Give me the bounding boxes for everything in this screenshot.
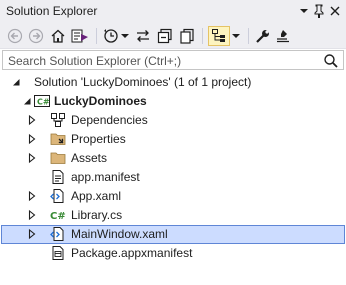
collapse-all-icon[interactable]	[156, 26, 174, 46]
tree-item-label: Library.cs	[71, 208, 123, 222]
csharp-project-icon: C#	[34, 93, 50, 109]
expand-arrow-icon[interactable]	[26, 228, 38, 240]
expand-arrow-icon[interactable]	[26, 114, 38, 126]
collapse-arrow-icon[interactable]	[10, 76, 22, 88]
project-label: LuckyDominoes	[54, 94, 147, 108]
tree-item-properties[interactable]: Properties	[1, 130, 345, 149]
filter-dropdown-icon[interactable]	[120, 26, 130, 46]
svg-text:C#: C#	[37, 98, 50, 107]
properties-folder-icon	[50, 131, 66, 147]
search-box[interactable]: Search Solution Explorer (Ctrl+;)	[2, 50, 344, 70]
tree-item-solution[interactable]: Solution 'LuckyDominoes' (1 of 1 project…	[1, 73, 345, 92]
window-position-dropdown-icon[interactable]	[296, 3, 312, 19]
close-icon[interactable]	[327, 3, 343, 19]
collapse-arrow-icon[interactable]	[21, 95, 33, 107]
tree-item-label: Assets	[71, 151, 108, 165]
folder-icon	[50, 150, 66, 166]
tree-item-label: Package.appxmanifest	[71, 246, 193, 260]
tree-item-label: App.xaml	[71, 189, 122, 203]
manifest-file-icon	[50, 169, 66, 185]
dependencies-icon	[50, 112, 66, 128]
title-bar: Solution Explorer	[0, 0, 346, 23]
tree-item-library-cs[interactable]: C# Library.cs	[1, 206, 345, 225]
tree-item-dependencies[interactable]: Dependencies	[1, 111, 345, 130]
pin-icon[interactable]	[311, 3, 327, 19]
tree-item-app-xaml[interactable]: App.xaml	[1, 187, 345, 206]
xaml-file-icon	[50, 188, 66, 204]
search-icon[interactable]	[323, 53, 339, 69]
solution-label: Solution 'LuckyDominoes' (1 of 1 project…	[34, 75, 252, 89]
back-icon[interactable]	[6, 26, 24, 46]
tree-item-assets[interactable]: Assets	[1, 149, 345, 168]
pending-changes-filter-icon[interactable]	[102, 26, 120, 46]
toolbar	[0, 23, 346, 49]
csharp-file-icon: C#	[50, 207, 66, 223]
expand-arrow-icon[interactable]	[26, 190, 38, 202]
svg-text:C#: C#	[50, 211, 66, 222]
sync-with-active-document-icon[interactable]	[134, 26, 152, 46]
toolbar-separator	[96, 28, 97, 44]
expand-arrow-icon[interactable]	[26, 209, 38, 221]
xaml-file-icon	[50, 226, 66, 242]
preview-selected-items-icon[interactable]	[208, 26, 230, 46]
window-title: Solution Explorer	[6, 4, 98, 18]
expand-arrow-icon[interactable]	[26, 152, 38, 164]
search-input[interactable]: Search Solution Explorer (Ctrl+;)	[8, 54, 181, 68]
tree-item-project[interactable]: C# LuckyDominoes	[1, 92, 345, 111]
preview-dropdown-icon[interactable]	[231, 26, 241, 46]
properties-wrench-icon[interactable]	[254, 26, 272, 46]
switch-views-icon[interactable]	[70, 26, 90, 46]
expand-arrow-icon[interactable]	[26, 133, 38, 145]
appxmanifest-file-icon	[50, 245, 66, 261]
tree-item-label: Properties	[71, 132, 126, 146]
show-all-files-icon[interactable]	[178, 26, 196, 46]
forward-icon[interactable]	[27, 26, 45, 46]
tree-item-app-manifest[interactable]: app.manifest	[1, 168, 345, 187]
pending-changes-icon[interactable]	[274, 26, 292, 46]
tree-item-label: MainWindow.xaml	[71, 227, 168, 241]
tree-item-mainwindow-xaml[interactable]: MainWindow.xaml	[1, 225, 345, 244]
tree-item-label: Dependencies	[71, 113, 148, 127]
tree-item-package-appxmanifest[interactable]: Package.appxmanifest	[1, 244, 345, 263]
toolbar-separator	[202, 28, 203, 44]
home-icon[interactable]	[49, 26, 67, 46]
tree-item-label: app.manifest	[71, 170, 140, 184]
toolbar-separator	[248, 28, 249, 44]
